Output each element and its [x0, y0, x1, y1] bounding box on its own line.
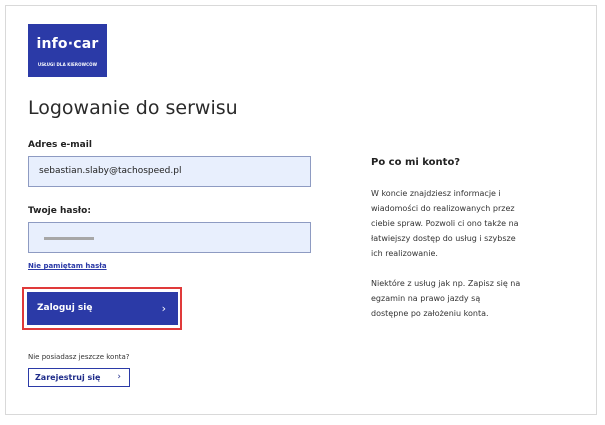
- no-account-text: Nie posiadasz jeszcze konta?: [28, 353, 130, 361]
- email-label: Adres e-mail: [28, 140, 92, 150]
- password-mask: [44, 237, 94, 240]
- login-page: info·car USŁUGI DLA KIEROWCÓW Logowanie …: [5, 5, 597, 415]
- info-paragraph-1: W koncie znajdziesz informacje i wiadomo…: [371, 189, 519, 258]
- chevron-right-icon: ›: [161, 302, 166, 315]
- page-title: Logowanie do serwisu: [28, 97, 238, 119]
- info-paragraph-2: Niektóre z usług jak np. Zapisz się na e…: [371, 279, 521, 318]
- info-car-logo[interactable]: info·car USŁUGI DLA KIEROWCÓW: [28, 24, 107, 77]
- logo-main-text: info·car: [36, 36, 99, 52]
- password-label: Twoje hasło:: [28, 206, 91, 216]
- register-button-label: Zarejestruj się: [35, 373, 101, 382]
- info-title: Po co mi konto?: [371, 157, 461, 168]
- logo-sub-text: USŁUGI DLA KIEROWCÓW: [37, 62, 98, 67]
- chevron-right-icon: ›: [117, 372, 121, 382]
- login-button[interactable]: Zaloguj się ›: [27, 292, 178, 325]
- login-button-label: Zaloguj się: [37, 303, 93, 313]
- email-field[interactable]: sebastian.slaby@tachospeed.pl: [28, 156, 311, 187]
- register-button[interactable]: Zarejestruj się ›: [28, 368, 130, 387]
- password-field[interactable]: [28, 222, 311, 253]
- forgot-password-link[interactable]: Nie pamiętam hasła: [28, 262, 107, 270]
